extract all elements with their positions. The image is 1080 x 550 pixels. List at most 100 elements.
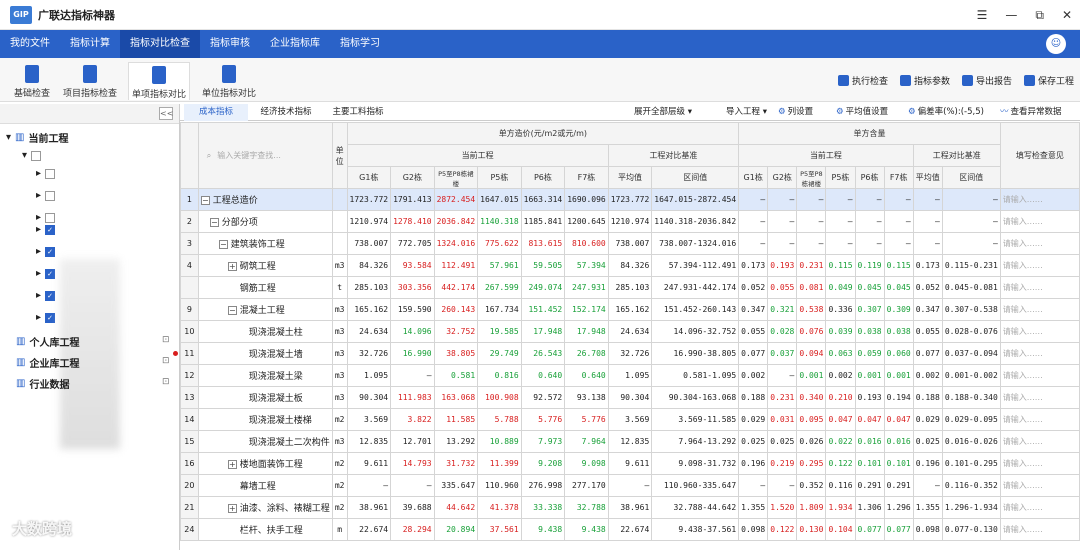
table-row[interactable]: 1− 工程总造价 1723.772 1791.413 2872.454 1647.015 1… (180, 188, 1080, 211)
comment-input[interactable]: 请输入…… (999, 320, 1080, 343)
tree-node-item[interactable]: ▸ ✓ (36, 268, 59, 279)
import-icon[interactable]: ⊡ (162, 377, 170, 387)
tree-node-item[interactable]: ▸ ✓ (36, 290, 59, 301)
row-name-cell[interactable]: − 分部分项 (197, 210, 333, 233)
tree-node-item[interactable]: ▸ (36, 212, 59, 223)
table-row[interactable]: 24 栏杆、扶手工程 m 22.674 28.294 20.894 37.561 9.438 9… (180, 518, 1080, 541)
comment-input[interactable]: 请输入…… (999, 364, 1080, 387)
table-row[interactable]: 16 + 楼地面装饰工程 m2 9.611 14.793 31.732 11.399 9.208… (180, 452, 1080, 475)
search-cell[interactable]: ⌕ 输入关键字查找... (197, 122, 333, 189)
comment-input[interactable]: 请输入…… (999, 496, 1080, 519)
nav-tab-my-files[interactable]: 我的文件 (0, 30, 60, 58)
minimize-icon[interactable]: — (1005, 8, 1017, 22)
table-row[interactable]: 13 现浇混凝土板 m3 90.304 111.983 163.068 100.908 92.… (180, 386, 1080, 409)
row-name-cell[interactable]: 现浇混凝土楼梯 (197, 408, 333, 431)
nav-tab-enterprise[interactable]: 企业指标库 (260, 30, 330, 58)
project-check-button[interactable]: 项目指标检查 (62, 62, 118, 100)
expand-icon[interactable]: + (227, 460, 237, 469)
checkbox-icon[interactable] (45, 168, 56, 179)
tree-node-item[interactable]: ▸ (36, 190, 59, 201)
comment-input[interactable]: 请输入…… (999, 188, 1080, 211)
tree-node-item[interactable]: ▾ (22, 150, 45, 161)
table-row[interactable]: 20 幕墙工程 m2– –335.647 110.960 276.998 277.170–1… (180, 474, 1080, 497)
comment-input[interactable]: 请输入…… (999, 430, 1080, 453)
row-name-cell[interactable]: 现浇混凝土墙 (197, 342, 333, 365)
comment-input[interactable]: 请输入…… (999, 386, 1080, 409)
tree-root-current[interactable]: ▾ ▥ 当前工程 (6, 130, 68, 145)
nav-tab-compare[interactable]: 指标对比检查 (120, 30, 200, 58)
nav-tab-learn[interactable]: 指标学习 (330, 30, 390, 58)
restore-icon[interactable]: ⧉ (1035, 8, 1044, 23)
table-row[interactable]: 11 现浇混凝土墙 m3 32.726 16.990 38.805 29.749 26.543… (180, 342, 1080, 365)
table-row[interactable]: 3− 建筑装饰工程 738.007 772.705 1324.016 775.622 813… (180, 232, 1080, 255)
average-settings-button[interactable]: ⚙ 平均值设置 (836, 104, 888, 121)
checkbox-icon[interactable] (45, 212, 56, 223)
close-icon[interactable]: ✕ (1062, 8, 1072, 22)
row-name-cell[interactable]: 现浇混凝土梁 (197, 364, 333, 387)
basic-check-button[interactable]: 基础检查 (10, 62, 54, 100)
row-name-cell[interactable]: 现浇混凝土二次构件 (197, 430, 333, 453)
comment-input[interactable]: 请输入…… (999, 518, 1080, 541)
checkbox-checked-icon[interactable]: ✓ (45, 312, 56, 323)
expand-icon[interactable]: + (227, 504, 237, 513)
tree-node-industry[interactable]: ▥ 行业数据 (16, 376, 69, 391)
comment-input[interactable]: 请输入…… (999, 232, 1080, 255)
checkbox-checked-icon[interactable]: ✓ (45, 290, 56, 301)
tab-economic[interactable]: 经济技术指标 (252, 104, 320, 121)
comment-input[interactable]: 请输入…… (999, 210, 1080, 233)
row-name-cell[interactable]: + 楼地面装饰工程 (197, 452, 333, 475)
checkbox-checked-icon[interactable]: ✓ (45, 268, 56, 279)
comment-input[interactable]: 请输入…… (999, 298, 1080, 321)
collapse-icon[interactable]: << (159, 107, 173, 120)
tree-node-item[interactable]: ▸ ✓ (36, 224, 59, 235)
run-check-button[interactable]: 执行检查 (838, 74, 888, 87)
expand-icon[interactable]: + (227, 262, 237, 271)
table-row[interactable]: 14 现浇混凝土楼梯 m2 3.569 3.822 11.585 5.788 5.776 5.7… (180, 408, 1080, 431)
params-button[interactable]: 指标参数 (900, 74, 950, 87)
comment-input[interactable]: 请输入…… (999, 474, 1080, 497)
comment-input[interactable]: 请输入…… (999, 342, 1080, 365)
user-avatar-icon[interactable]: ☺ (1046, 34, 1066, 54)
comment-input[interactable]: 请输入…… (999, 452, 1080, 475)
table-row[interactable]: 2− 分部分项 1210.974 1278.410 2036.842 1140.318 11… (180, 210, 1080, 233)
table-row[interactable]: 21 + 油漆、涂料、裱糊工程 m2 38.961 39.688 44.642 41.378 3… (180, 496, 1080, 519)
row-name-cell[interactable]: + 油漆、涂料、裱糊工程 (197, 496, 333, 519)
column-settings-button[interactable]: ⚙ 列设置 (778, 104, 813, 121)
checkbox-checked-icon[interactable]: ✓ (45, 224, 56, 235)
row-name-cell[interactable]: 钢筋工程 (197, 276, 333, 299)
row-name-cell[interactable]: − 混凝土工程 (197, 298, 333, 321)
import-icon[interactable]: ⊡ (162, 335, 170, 345)
row-name-cell[interactable]: 现浇混凝土柱 (197, 320, 333, 343)
comment-input[interactable]: 请输入…… (999, 408, 1080, 431)
table-row[interactable]: 15 现浇混凝土二次构件 m3 12.835 12.701 13.292 10.889 7.9… (180, 430, 1080, 453)
tree-node-item[interactable]: ▸ ✓ (36, 312, 59, 323)
tab-cost[interactable]: 成本指标 (184, 104, 248, 121)
nav-tab-calc[interactable]: 指标计算 (60, 30, 120, 58)
row-name-cell[interactable]: 栏杆、扶手工程 (197, 518, 333, 541)
row-name-cell[interactable]: − 建筑装饰工程 (197, 232, 333, 255)
tree-node-item[interactable]: ▸ ✓ (36, 246, 59, 257)
table-row[interactable]: 12 现浇混凝土梁 m3 1.095–0.581 0.816 0.640 0.640 1.09… (180, 364, 1080, 387)
nav-tab-audit[interactable]: 指标审核 (200, 30, 260, 58)
view-abnormal-button[interactable]: 〰查看异常数据 (1000, 104, 1062, 121)
row-name-cell[interactable]: 幕墙工程 (197, 474, 333, 497)
checkbox-checked-icon[interactable]: ✓ (45, 246, 56, 257)
deviation-button[interactable]: ⚙ 偏差率(%):(-5,5) (908, 104, 984, 121)
collapse-icon[interactable]: − (209, 218, 219, 227)
table-row[interactable]: 4 + 砌筑工程 m3 84.326 93.584 112.491 57.961 59.505 5… (180, 254, 1080, 277)
import-project-dropdown[interactable]: 导入工程 ▾ (726, 104, 767, 121)
checkbox-icon[interactable] (45, 190, 56, 201)
tree-node-personal[interactable]: ▥ 个人库工程 (16, 334, 79, 349)
checkbox-icon[interactable] (31, 150, 42, 161)
tree-node-enterprise[interactable]: ▥ 企业库工程 (16, 355, 79, 370)
row-name-cell[interactable]: + 砌筑工程 (197, 254, 333, 277)
table-row[interactable]: 10 现浇混凝土柱 m3 24.634 14.096 32.752 19.585 17.948… (180, 320, 1080, 343)
row-name-cell[interactable]: 现浇混凝土板 (197, 386, 333, 409)
save-button[interactable]: 保存工程 (1024, 74, 1074, 87)
import-icon[interactable]: ⊡ (162, 356, 170, 366)
table-row[interactable]: 9− 混凝土工程 m3 165.162 159.590 260.143 167.734 151… (180, 298, 1080, 321)
comment-input[interactable]: 请输入…… (999, 276, 1080, 299)
row-name-cell[interactable]: − 工程总造价 (197, 188, 333, 211)
single-compare-button[interactable]: 单项指标对比 (128, 62, 190, 100)
expand-levels-dropdown[interactable]: 展开全部层级 ▾ (634, 104, 692, 121)
